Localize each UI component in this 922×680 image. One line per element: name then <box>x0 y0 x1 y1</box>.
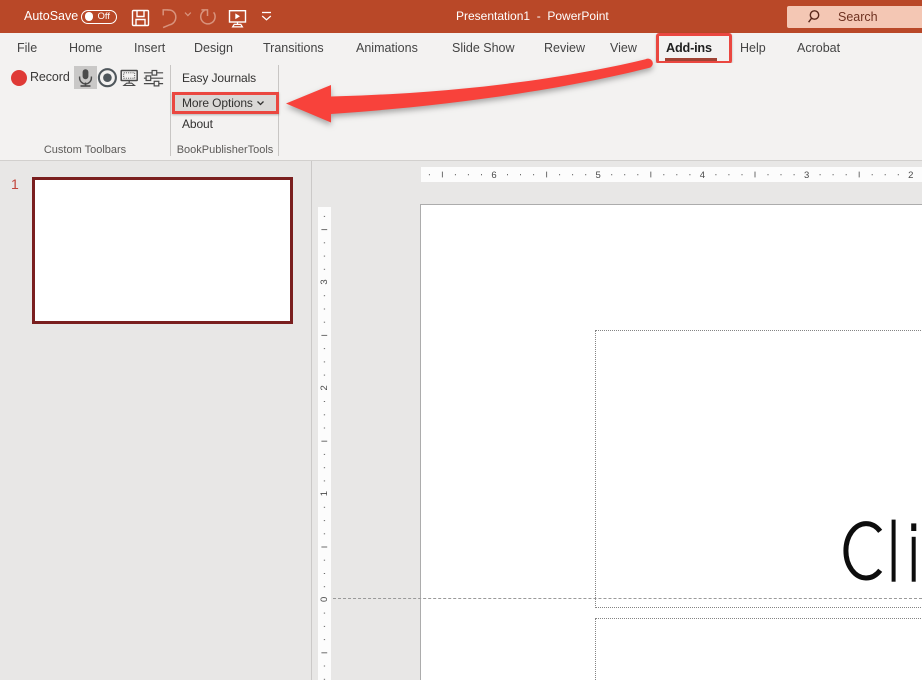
svg-text:0: 0 <box>319 597 330 602</box>
svg-text:6: 6 <box>491 170 496 181</box>
svg-text:2: 2 <box>908 170 913 181</box>
svg-text:5: 5 <box>596 170 601 181</box>
svg-text:1: 1 <box>319 491 330 496</box>
svg-text:4: 4 <box>700 170 705 181</box>
svg-text:3: 3 <box>804 170 809 181</box>
svg-text:3: 3 <box>319 279 330 284</box>
svg-text:2: 2 <box>319 385 330 390</box>
